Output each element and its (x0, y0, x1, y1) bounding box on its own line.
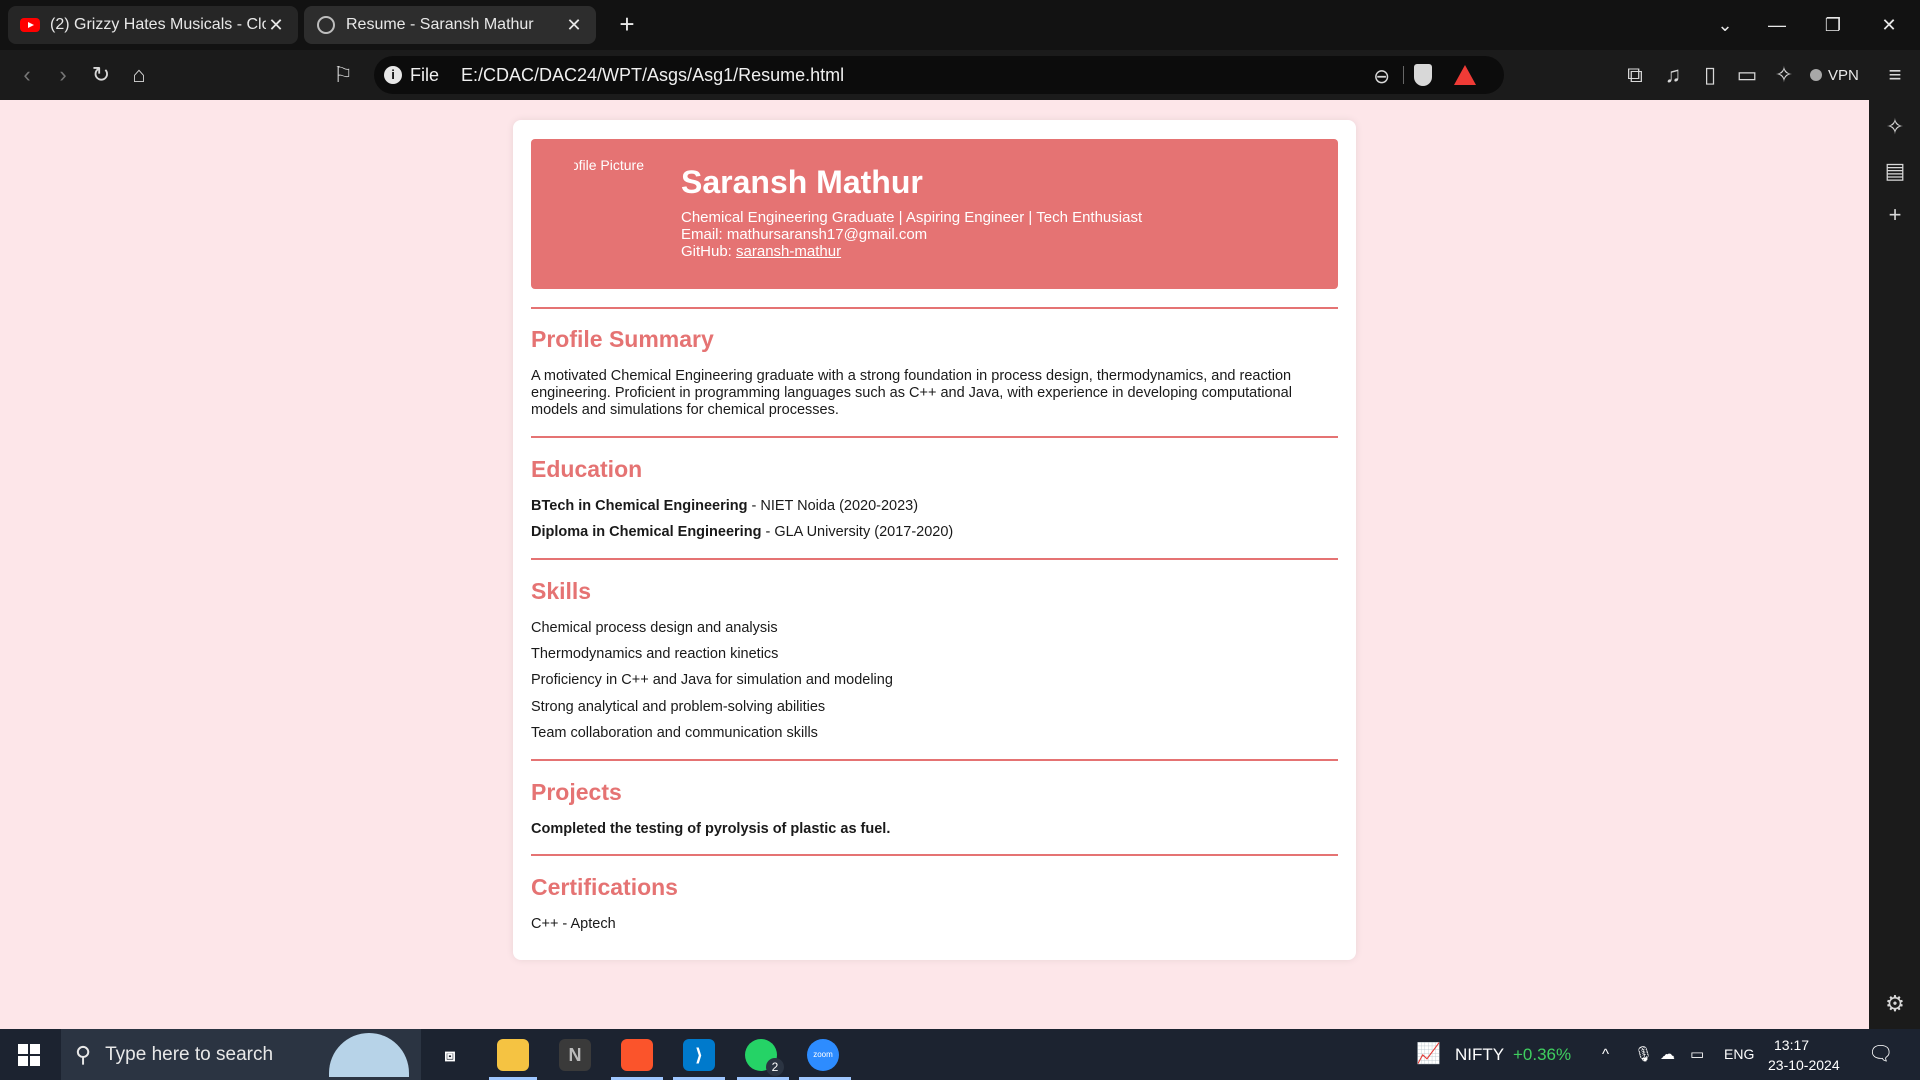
tab-title: Resume - Saransh Mathur (346, 16, 534, 33)
stock-change[interactable]: +0.36% (1513, 1029, 1571, 1080)
leo-ai-sidebar-icon[interactable]: ✧ (1882, 114, 1908, 140)
taskbar-search[interactable]: ⚲ Type here to search (61, 1029, 421, 1080)
tab-strip: (2) Grizzy Hates Musicals - Cloc ✕ Resum… (0, 0, 1920, 50)
windows-taskbar: ⚲ Type here to search ⧈ N ⟩ 2 zoom 📈 NIF… (0, 1029, 1920, 1080)
close-tab-icon[interactable]: ✕ (266, 15, 286, 36)
brave-shields-icon[interactable] (1414, 64, 1432, 86)
stock-trend-icon[interactable]: 📈 (1416, 1029, 1441, 1080)
microphone-icon[interactable]: 🎙 (1634, 1029, 1653, 1080)
clock-date[interactable]: 23-10-2024 (1768, 1040, 1840, 1080)
media-icon[interactable]: ♫ (1660, 62, 1686, 88)
tab-youtube[interactable]: (2) Grizzy Hates Musicals - Cloc ✕ (8, 6, 298, 44)
divider (1403, 66, 1404, 84)
vpn-button[interactable]: VPN (1810, 62, 1859, 88)
tab-resume[interactable]: Resume - Saransh Mathur ✕ (304, 6, 596, 44)
project-item: Completed the testing of pyrolysis of pl… (531, 821, 891, 837)
address-bar[interactable]: i File E:/CDAC/DAC24/WPT/Asgs/Asg1/Resum… (374, 56, 1504, 94)
task-view-icon[interactable]: ⧈ (434, 1039, 466, 1071)
page-viewport: Profile Picture Saransh Mathur Chemical … (0, 100, 1869, 1029)
close-tab-icon[interactable]: ✕ (564, 15, 584, 36)
stock-name[interactable]: NIFTY (1455, 1029, 1504, 1080)
github-prefix: GitHub: (681, 243, 737, 260)
education-item: Diploma in Chemical Engineering - GLA Un… (531, 524, 1338, 541)
vpn-label: VPN (1828, 66, 1859, 84)
side-panel: ✧ ▤ + ⚙ (1869, 100, 1920, 1029)
github-line: GitHub: saransh-mathur (681, 243, 841, 260)
windows-start-icon[interactable] (18, 1044, 40, 1066)
whatsapp-badge: 2 (766, 1058, 784, 1076)
resume-header: Profile Picture Saransh Mathur Chemical … (531, 139, 1338, 289)
skill-item: Team collaboration and communication ski… (531, 725, 818, 741)
menu-icon[interactable]: ≡ (1882, 62, 1908, 88)
globe-icon (316, 15, 336, 35)
notifications-icon[interactable]: 🗨 (1868, 1029, 1893, 1080)
resume-card: Profile Picture Saransh Mathur Chemical … (513, 120, 1356, 960)
education-detail: - GLA University (2017-2020) (761, 524, 954, 540)
back-icon[interactable]: ‹ (14, 62, 40, 88)
education-item: BTech in Chemical Engineering - NIET Noi… (531, 498, 1338, 515)
github-link[interactable]: saransh-mathur (736, 243, 841, 260)
search-highlight-image (329, 1033, 409, 1077)
sidebar-toggle-icon[interactable]: ▯ (1697, 62, 1723, 88)
notion-icon[interactable]: N (559, 1039, 591, 1071)
education-degree: Diploma in Chemical Engineering (531, 524, 762, 540)
onedrive-cloud-icon[interactable]: ☁ (1660, 1029, 1675, 1080)
url-text[interactable]: E:/CDAC/DAC24/WPT/Asgs/Asg1/Resume.html (461, 65, 844, 86)
section-divider (531, 307, 1338, 309)
show-hidden-icons-icon[interactable]: ^ (1602, 1029, 1609, 1080)
certification-item: C++ - Aptech (531, 916, 616, 932)
new-tab-button[interactable]: + (610, 8, 644, 42)
profile-summary-heading: Profile Summary (531, 326, 714, 352)
reload-icon[interactable]: ↻ (88, 62, 114, 88)
section-divider (531, 558, 1338, 560)
education-detail: - NIET Noida (2020-2023) (747, 498, 919, 514)
profile-picture: Profile Picture (574, 157, 644, 173)
home-icon[interactable]: ⌂ (126, 62, 152, 88)
close-window-icon[interactable]: ✕ (1864, 0, 1914, 50)
scheme-label[interactable]: File (410, 65, 439, 86)
language-indicator[interactable]: ENG (1724, 1029, 1754, 1080)
bookmark-icon[interactable]: ⚐ (330, 62, 356, 88)
resume-name: Saransh Mathur (681, 164, 923, 200)
browser-toolbar: ‹ › ↻ ⌂ ⚐ i File E:/CDAC/DAC24/WPT/Asgs/… (0, 50, 1920, 100)
brave-rewards-icon[interactable] (1454, 65, 1476, 85)
vscode-icon[interactable]: ⟩ (683, 1039, 715, 1071)
search-placeholder: Type here to search (105, 1043, 274, 1065)
add-panel-icon[interactable]: + (1882, 202, 1908, 228)
section-divider (531, 436, 1338, 438)
extensions-icon[interactable]: ⧉ (1622, 62, 1648, 88)
certifications-heading: Certifications (531, 874, 678, 900)
file-explorer-icon[interactable] (497, 1039, 529, 1071)
youtube-icon (20, 15, 40, 35)
settings-gear-icon[interactable]: ⚙ (1882, 991, 1908, 1017)
restore-icon[interactable]: ❐ (1808, 0, 1858, 50)
skill-item: Chemical process design and analysis (531, 620, 778, 636)
tab-list-chevron-icon[interactable]: ⌄ (1700, 0, 1750, 50)
skill-item: Proficiency in C++ and Java for simulati… (531, 672, 893, 688)
education-heading: Education (531, 456, 643, 482)
skill-item: Strong analytical and problem-solving ab… (531, 699, 826, 715)
zoom-icon[interactable]: zoom (807, 1039, 839, 1071)
tagline: Chemical Engineering Graduate | Aspiring… (681, 209, 1143, 226)
skill-item: Thermodynamics and reaction kinetics (531, 646, 779, 662)
minimize-icon[interactable]: — (1752, 0, 1802, 50)
zoom-icon[interactable]: ⊖ (1373, 64, 1390, 89)
email: Email: mathursaransh17@gmail.com (681, 226, 928, 243)
tab-title: (2) Grizzy Hates Musicals - Cloc (50, 16, 266, 33)
battery-icon[interactable]: ▭ (1690, 1029, 1704, 1080)
reading-list-icon[interactable]: ▤ (1882, 158, 1908, 184)
section-divider (531, 759, 1338, 761)
skills-heading: Skills (531, 578, 592, 604)
section-divider (531, 854, 1338, 856)
vpn-status-icon (1810, 69, 1822, 81)
education-degree: BTech in Chemical Engineering (531, 498, 748, 514)
profile-summary-text: A motivated Chemical Engineering graduat… (531, 368, 1292, 418)
projects-heading: Projects (531, 779, 622, 805)
wallet-icon[interactable]: ▭ (1734, 62, 1760, 88)
forward-icon[interactable]: › (50, 62, 76, 88)
search-icon: ⚲ (75, 1041, 92, 1067)
site-info-icon[interactable]: i (384, 66, 402, 84)
leo-ai-icon[interactable]: ✧ (1771, 62, 1797, 88)
brave-browser-icon[interactable] (621, 1039, 653, 1071)
